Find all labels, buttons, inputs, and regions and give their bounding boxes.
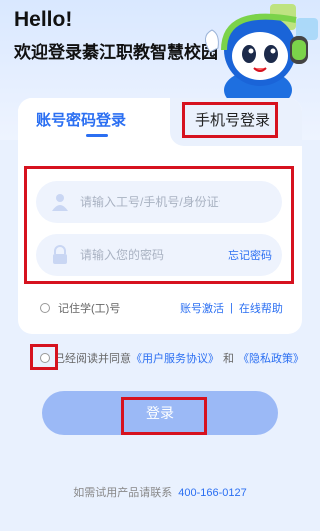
footer-phone-link[interactable]: 400-166-0127 xyxy=(178,487,247,499)
highlight-box-login-button xyxy=(121,397,207,435)
privacy-policy-link[interactable]: 《隐私政策》 xyxy=(238,350,304,366)
mascot-illustration xyxy=(205,4,318,112)
agreement-prefix: 已经阅读并同意 xyxy=(54,353,131,365)
active-tab-indicator xyxy=(86,134,108,137)
agreement-and: 和 xyxy=(223,353,234,365)
help-links: 账号激活 | 在线帮助 xyxy=(180,300,283,316)
user-agreement-link[interactable]: 《用户服务协议》 xyxy=(131,350,219,366)
greeting-title: Hello! xyxy=(14,8,73,31)
link-separator: | xyxy=(230,302,233,314)
tab-account-password-login[interactable]: 账号密码登录 xyxy=(36,109,126,130)
highlight-box-phone-tab xyxy=(182,102,278,138)
remember-label: 记住学(工)号 xyxy=(58,303,121,315)
footer-contact-text: 如需试用产品请联系 xyxy=(73,487,173,499)
footer-contact: 如需试用产品请联系 400-166-0127 xyxy=(0,484,320,500)
online-help-link[interactable]: 在线帮助 xyxy=(239,300,283,316)
highlight-box-agreement-radio xyxy=(30,344,58,370)
highlight-box-inputs xyxy=(24,166,294,284)
agreement-row: 已经阅读并同意 《用户服务协议》 和 《隐私政策》 xyxy=(40,350,304,366)
activate-account-link[interactable]: 账号激活 xyxy=(180,300,224,316)
remember-radio[interactable] xyxy=(40,303,50,313)
remember-id[interactable]: 记住学(工)号 xyxy=(40,300,120,316)
